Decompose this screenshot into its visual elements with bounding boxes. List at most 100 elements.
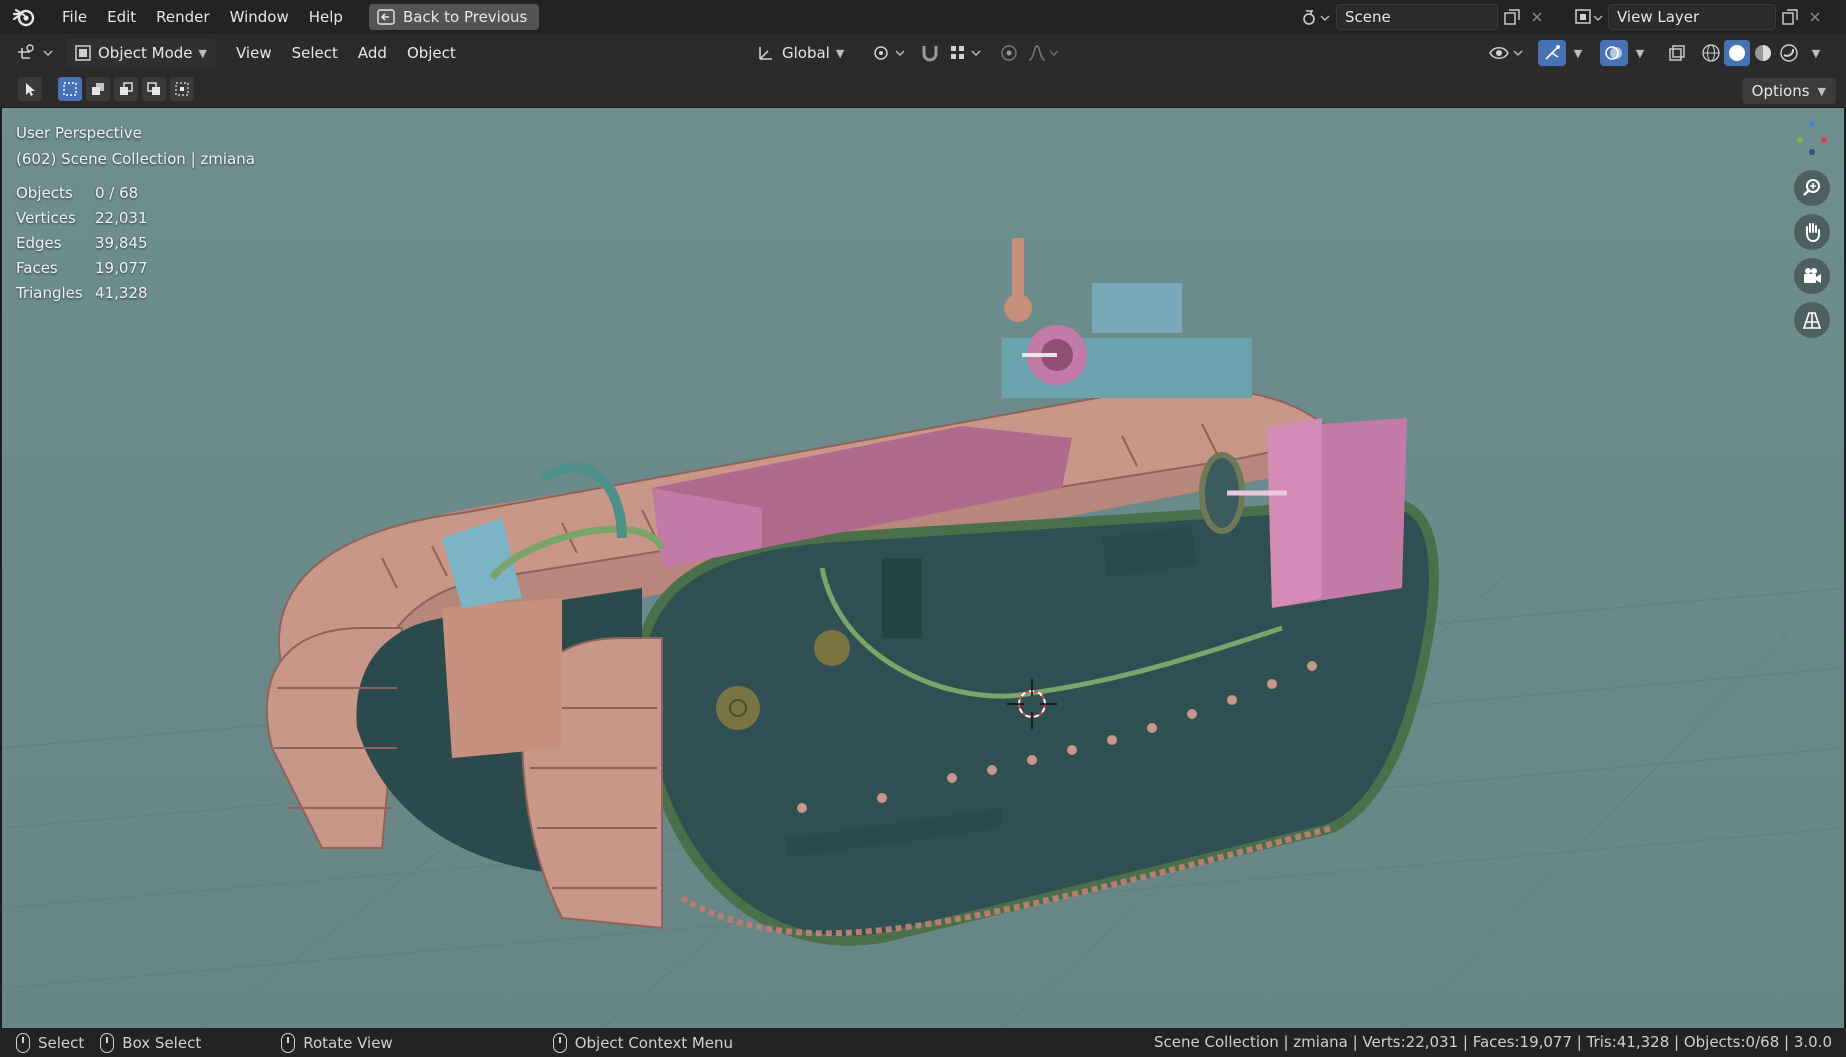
back-to-previous-button[interactable]: Back to Previous bbox=[368, 4, 540, 30]
scene-icon bbox=[1303, 10, 1330, 25]
status-context-menu-hint: Object Context Menu bbox=[552, 1032, 734, 1053]
chevron-down-icon: ▼ bbox=[1811, 46, 1821, 60]
back-button-label: Back to Previous bbox=[402, 8, 528, 26]
menu-window[interactable]: Window bbox=[220, 0, 299, 34]
orientation-label: Global bbox=[782, 44, 830, 62]
stat-key: Vertices bbox=[16, 209, 76, 227]
stat-key: Faces bbox=[16, 259, 58, 277]
solid-sphere-icon bbox=[1729, 45, 1745, 61]
overlays-toggle-button[interactable] bbox=[1600, 40, 1628, 66]
menu-file[interactable]: File bbox=[52, 0, 97, 34]
mode-dropdown[interactable]: Object Mode ▼ bbox=[66, 39, 216, 67]
select-intersect-button[interactable] bbox=[170, 77, 194, 101]
cursor-arrow-icon bbox=[26, 83, 35, 96]
select-mode-toolbox bbox=[18, 77, 194, 101]
pivot-point-button[interactable] bbox=[870, 40, 910, 66]
zoom-button[interactable] bbox=[1794, 170, 1830, 206]
pan-button[interactable] bbox=[1794, 214, 1830, 250]
options-label: Options bbox=[1751, 82, 1810, 100]
duplicate-icon bbox=[1504, 9, 1520, 25]
shading-rendered-button[interactable] bbox=[1776, 40, 1802, 66]
material-sphere-icon bbox=[1755, 45, 1771, 61]
mouse-left-icon bbox=[16, 1032, 30, 1053]
3d-viewport[interactable]: User Perspective (602) Scene Collection … bbox=[0, 108, 1846, 1028]
menu-add[interactable]: Add bbox=[348, 34, 397, 72]
select-invert-button[interactable] bbox=[142, 77, 166, 101]
shading-material-button[interactable] bbox=[1750, 40, 1776, 66]
wireframe-sphere-icon bbox=[1702, 44, 1720, 62]
select-hint-label: Select bbox=[38, 1033, 85, 1052]
rendered-sphere-icon bbox=[1780, 44, 1798, 62]
stat-value: 41,328 bbox=[95, 284, 148, 302]
delete-view-layer-button[interactable] bbox=[1804, 4, 1826, 30]
select-new-button[interactable] bbox=[58, 77, 82, 101]
menu-select[interactable]: Select bbox=[282, 34, 348, 72]
menu-render[interactable]: Render bbox=[146, 0, 219, 34]
back-arrow-icon bbox=[377, 9, 395, 25]
tweak-tool-button[interactable] bbox=[18, 77, 42, 101]
view-layer-name-field[interactable]: View Layer bbox=[1608, 4, 1776, 30]
xray-icon bbox=[1669, 45, 1685, 61]
stat-row: Faces 19,077 bbox=[16, 259, 148, 284]
delete-scene-button[interactable] bbox=[1526, 4, 1548, 30]
eye-icon bbox=[1489, 47, 1523, 59]
tool-settings-bar: Options ▼ bbox=[0, 72, 1846, 108]
mouse-right-icon bbox=[552, 1032, 567, 1053]
navigation-gizmos bbox=[1790, 118, 1834, 338]
menu-help[interactable]: Help bbox=[299, 0, 353, 34]
select-invert-icon bbox=[147, 82, 160, 95]
shading-solid-button[interactable] bbox=[1724, 40, 1750, 66]
view-layer-icon bbox=[1575, 9, 1603, 24]
xray-toggle-button[interactable] bbox=[1664, 40, 1690, 66]
snap-target-button[interactable] bbox=[946, 40, 986, 66]
shading-dropdown[interactable]: ▼ bbox=[1806, 40, 1826, 66]
new-view-layer-button[interactable] bbox=[1776, 4, 1804, 30]
options-dropdown[interactable]: Options ▼ bbox=[1741, 78, 1836, 104]
transform-orientation-dropdown[interactable]: Global ▼ bbox=[748, 39, 858, 67]
rotate-hint-label: Rotate View bbox=[303, 1033, 393, 1052]
viewport-header: Object Mode ▼ View Select Add Object Glo… bbox=[0, 34, 1846, 72]
scene-name-field[interactable]: Scene bbox=[1336, 4, 1498, 30]
camera-view-button[interactable] bbox=[1794, 258, 1830, 294]
menu-edit[interactable]: Edit bbox=[97, 0, 146, 34]
falloff-button[interactable] bbox=[1024, 40, 1064, 66]
overlays-dropdown[interactable]: ▼ bbox=[1630, 40, 1650, 66]
select-subtract-button[interactable] bbox=[114, 77, 138, 101]
menu-object[interactable]: Object bbox=[397, 34, 466, 72]
select-box-icon bbox=[63, 82, 77, 96]
gizmo-icon bbox=[1545, 45, 1560, 60]
new-scene-button[interactable] bbox=[1498, 4, 1526, 30]
snap-toggle-button[interactable] bbox=[916, 40, 944, 66]
scene-statistics: Objects 0 / 68 Vertices 22,031 Edges 39,… bbox=[16, 184, 148, 309]
gizmo-toggle-button[interactable] bbox=[1538, 40, 1566, 66]
mouse-drag-icon bbox=[100, 1032, 115, 1053]
stat-row: Edges 39,845 bbox=[16, 234, 148, 259]
proportional-edit-button[interactable] bbox=[996, 40, 1022, 66]
chevron-down-icon: ▼ bbox=[198, 46, 207, 60]
stat-value: 22,031 bbox=[95, 209, 148, 227]
close-icon bbox=[1532, 12, 1542, 22]
object-visibility-button[interactable] bbox=[1486, 40, 1528, 66]
select-extend-button[interactable] bbox=[86, 77, 110, 101]
editor-type-button[interactable] bbox=[12, 40, 60, 66]
duplicate-icon bbox=[1782, 9, 1798, 25]
status-select-hint: Select bbox=[16, 1032, 85, 1053]
magnet-icon bbox=[922, 46, 938, 62]
view-layer-browse-button[interactable] bbox=[1570, 4, 1608, 30]
select-intersect-icon bbox=[175, 82, 189, 96]
stat-value: 39,845 bbox=[95, 234, 148, 252]
context-menu-hint-label: Object Context Menu bbox=[574, 1033, 734, 1052]
menu-view[interactable]: View bbox=[226, 34, 282, 72]
axis-gizmo-icon[interactable] bbox=[1790, 118, 1834, 162]
select-extend-icon bbox=[92, 83, 104, 95]
status-rotate-hint: Rotate View bbox=[281, 1032, 393, 1053]
projection-toggle-button[interactable] bbox=[1794, 302, 1830, 338]
stat-value: 0 / 68 bbox=[95, 184, 139, 202]
pivot-icon bbox=[874, 46, 905, 60]
grid-projection-icon bbox=[1802, 312, 1822, 329]
scene-browse-button[interactable] bbox=[1296, 4, 1336, 30]
shading-wireframe-button[interactable] bbox=[1698, 40, 1724, 66]
gizmo-dropdown[interactable]: ▼ bbox=[1568, 40, 1588, 66]
blender-logo-icon[interactable] bbox=[12, 5, 36, 29]
chevron-down-icon: ▼ bbox=[1573, 46, 1583, 60]
